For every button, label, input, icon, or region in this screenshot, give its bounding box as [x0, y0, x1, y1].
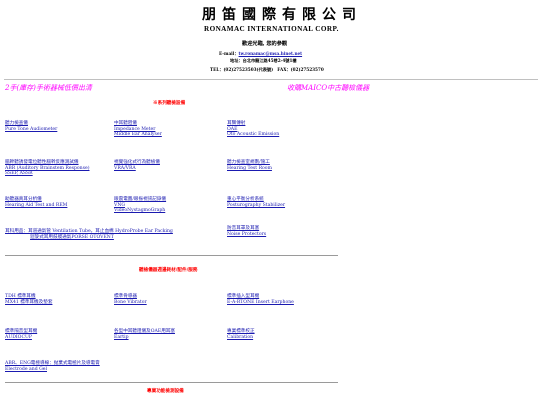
- link-vng[interactable]: 眼震電圖/眼振視訊記錄儀 VNG VideoNystagmoGraph: [114, 197, 166, 214]
- welcome-text: 歡迎光臨, 您的參觀: [242, 41, 288, 47]
- link-hearing-test-room[interactable]: 聽力檢查室規劃/施工 Hearing Test Room: [227, 160, 272, 171]
- link-line: Noise Protectors: [227, 231, 267, 237]
- link-line: Eartip: [114, 334, 129, 340]
- banner-buyback-link[interactable]: 收購MAICO中古聽檢儀器: [287, 83, 369, 93]
- email-label: E-mail：: [219, 51, 239, 56]
- link-line: 各型中耳聽阻儀及OAE用耳塞: [114, 329, 175, 334]
- link-line: E-A-RTONE Insert Earphone: [227, 299, 294, 305]
- link-line: Electrode and Gel: [5, 366, 47, 372]
- link-pure-tone-audiometer[interactable]: 聽力檢查儀 Pure Tone Audiometer: [5, 121, 57, 132]
- section-divider: [5, 382, 338, 383]
- link-line: 專業標準校正: [227, 329, 255, 334]
- banner-clearance-link[interactable]: 2手(庫存)手術器械低價出清: [5, 83, 92, 93]
- contact-phone-fax: TEL：(02)27523503(代表號) FAX：(02)27523570: [210, 67, 324, 72]
- link-line: Pure Tone Audiometer: [5, 126, 58, 132]
- link-line: 耳科用品：耳道通氣管 Ventilation Tube，耳止血棉 HydroPr…: [5, 229, 173, 234]
- link-line: Hearing Aid Test and REM: [5, 202, 68, 208]
- section-title-bottom: 專業功能檢測設備: [147, 389, 184, 394]
- section-title-accessories: 聽檢儀器週邊耗材/配件/服務: [139, 268, 198, 273]
- contact-address: 地址：台北市龍江路45巷2-4號1樓: [230, 58, 297, 63]
- section-title-series: ※系列聽檢設備: [153, 101, 186, 106]
- link-posturography[interactable]: 重心平衡分析系統 Posturography Stabilizer: [227, 197, 285, 208]
- link-calibration[interactable]: 專業標準校正 Calibration: [227, 329, 255, 340]
- link-hearing-aid-rem[interactable]: 助聽器真耳分析儀 Hearing Aid Test and REM: [5, 197, 67, 208]
- link-line: Posturography Stabilizer: [227, 202, 286, 208]
- link-eartip[interactable]: 各型中耳聽阻儀及OAE用耳塞 Eartip: [114, 329, 175, 340]
- link-line: MX41 標準耳機及墊套: [5, 299, 53, 305]
- link-bone-vibrator[interactable]: 標準骨導器 Bone Vibrator: [114, 294, 147, 305]
- link-line: AUDIOCUP: [5, 334, 32, 340]
- link-line: 眼震電圖/眼振視訊記錄儀: [114, 197, 167, 202]
- link-line: 迴旋式耳用鼓膜通氣PORSE OTOVENT: [30, 234, 114, 240]
- link-abr[interactable]: 腦幹聽誘發電位聽性腦幹反應測試儀 ABR (Auditory Brainstem…: [5, 160, 90, 177]
- link-line: Bone Vibrator: [114, 299, 147, 305]
- link-ear-supplies[interactable]: 耳科用品：耳道通氣管 Ventilation Tube，耳止血棉 HydroPr…: [5, 229, 173, 240]
- link-line: Middle Ear Analyser: [114, 132, 162, 138]
- link-line: 標準隔音型耳機: [5, 329, 38, 334]
- link-vra[interactable]: 視覺強化式行為聽檢儀 VRA/VRA: [114, 160, 160, 171]
- link-noise-protectors[interactable]: 防音耳罩及耳塞 Noise Protectors: [227, 226, 266, 237]
- email-link[interactable]: tw.ronamac@msa.hinet.net: [239, 51, 303, 56]
- link-line: 視覺強化式行為聽檢儀: [114, 160, 160, 165]
- link-audiocup[interactable]: 標準隔音型耳機 AUDIOCUP: [5, 329, 37, 340]
- link-line: SSEP, ASSR: [5, 171, 33, 177]
- link-line: Oto Acoustic Emission: [227, 132, 280, 138]
- link-line: VRA/VRA: [114, 165, 136, 171]
- section-divider: [5, 255, 338, 256]
- link-line: Calibration: [227, 334, 254, 340]
- link-insert-earphone[interactable]: 標準插入型耳機 E-A-RTONE Insert Earphone: [227, 294, 294, 305]
- link-impedance-meter[interactable]: 中耳聽阻儀 Impedance Meter Middle Ear Analyse…: [114, 121, 162, 138]
- link-line: ABR、ENG電極導線：拋棄式電極片及導電膏: [5, 361, 100, 366]
- company-name-english: RONAMAC INTERNATIONAL CORP.: [204, 25, 339, 33]
- link-line: VideoNystagmoGraph: [114, 208, 166, 214]
- link-tdh-earphone[interactable]: TDH 標準耳機 MX41 標準耳機及墊套: [5, 294, 52, 305]
- company-name-chinese: 朋笛國際有限公司: [202, 7, 362, 23]
- link-electrode-gel[interactable]: ABR、ENG電極導線：拋棄式電極片及導電膏 Electrode and Gel: [5, 361, 100, 372]
- link-line: Hearing Test Room: [227, 165, 272, 171]
- link-oae[interactable]: 耳聲傳射 OAE Oto Acoustic Emission: [227, 121, 279, 138]
- header-divider: [4, 79, 538, 80]
- link-line: 聽力檢查室規劃/施工: [227, 160, 270, 165]
- link-line: 腦幹聽誘發電位聽性腦幹反應測試儀: [5, 160, 79, 165]
- contact-email: E-mail：tw.ronamac@msa.hinet.net: [219, 51, 302, 57]
